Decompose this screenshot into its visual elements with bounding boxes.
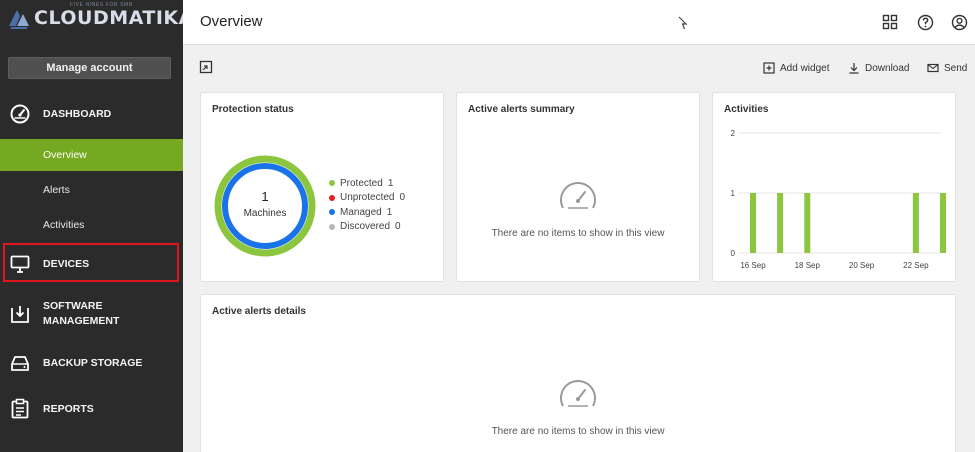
sidebar-section-label: SOFTWARE MANAGEMENT — [43, 300, 120, 327]
y-tick-label: 1 — [731, 189, 736, 198]
dashboard-toolbar: Add widget Download Send — [183, 56, 975, 78]
software-download-icon — [9, 303, 31, 325]
x-tick-label: 18 Sep — [795, 261, 821, 270]
add-widget-button[interactable]: Add widget — [763, 60, 829, 76]
download-label: Download — [865, 62, 910, 74]
legend-managed: Managed 1 — [329, 205, 405, 220]
managed-ring — [222, 163, 308, 249]
legend-dot — [329, 223, 335, 230]
logo-tagline: FIVE NINES FOR SMB — [70, 2, 133, 8]
activity-bar — [940, 193, 946, 253]
legend-label: Protected — [340, 177, 383, 189]
protection-status-widget[interactable]: Protection status 1 Machines Protected 1 … — [200, 92, 444, 282]
active-alerts-details-widget[interactable]: Active alerts details There are no items… — [200, 294, 956, 452]
send-button[interactable]: Send — [927, 60, 967, 76]
reports-clipboard-icon — [9, 398, 31, 420]
cloudmatika-logo[interactable]: CLOUDMATIKA FIVE NINES FOR SMB — [6, 2, 194, 32]
protection-legend: Protected 1 Unprotected 0 Managed 1 Discove… — [329, 176, 405, 234]
legend-unprotected: Unprotected 0 — [329, 191, 405, 206]
y-tick-label: 2 — [731, 129, 736, 138]
page-title: Overview — [200, 13, 263, 30]
sidebar-section-dashboard[interactable]: DASHBOARD — [0, 103, 183, 125]
empty-state: There are no items to show in this view — [201, 375, 955, 437]
sidebar: CLOUDMATIKA FIVE NINES FOR SMB Manage ac… — [0, 0, 193, 452]
sidebar-section-label: DEVICES — [43, 257, 90, 270]
sidebar-section-reports[interactable]: REPORTS — [0, 398, 183, 420]
protection-donut-chart — [214, 155, 316, 257]
legend-value: 1 — [386, 206, 393, 218]
sidebar-section-label: REPORTS — [43, 402, 94, 415]
activities-bar-chart: 0 1 2 16 Sep 18 Sep 20 Sep 22 Sep — [731, 129, 946, 270]
help-icon[interactable] — [916, 13, 934, 31]
user-icon[interactable] — [950, 13, 968, 31]
legend-dot — [329, 180, 335, 187]
sidebar-item-alerts[interactable]: Alerts — [0, 174, 183, 206]
add-widget-icon — [763, 62, 775, 74]
logo-mark-icon — [9, 10, 29, 29]
legend-dot — [329, 209, 335, 216]
machines-count: 1 — [261, 189, 269, 204]
legend-label: Discovered — [340, 221, 391, 233]
activity-bar — [750, 193, 756, 253]
mail-icon — [927, 62, 939, 74]
storage-drive-icon — [9, 352, 31, 374]
top-header: Overview — [183, 0, 975, 45]
dashboard-gauge-icon — [9, 103, 31, 125]
legend-value: 1 — [387, 177, 394, 189]
legend-label: Unprotected — [340, 192, 395, 204]
widget-title: Protection status — [212, 104, 294, 115]
download-button[interactable]: Download — [848, 60, 909, 76]
legend-discovered: Discovered 0 — [329, 220, 405, 235]
machines-label: Machines — [243, 208, 287, 219]
empty-message: There are no items to show in this view — [491, 228, 665, 239]
sidebar-item-overview[interactable]: Overview — [0, 139, 183, 171]
monitor-icon — [9, 253, 31, 275]
legend-protected: Protected 1 — [329, 176, 405, 191]
download-icon — [848, 62, 860, 74]
sidebar-section-label: DASHBOARD — [43, 107, 112, 120]
manage-account-button[interactable]: Manage account — [8, 57, 171, 79]
widget-title: Active alerts summary — [468, 104, 575, 115]
activities-widget[interactable]: Activities 0 1 2 16 Sep 18 Sep 20 Sep 22 Sep — [712, 92, 956, 282]
sidebar-section-devices[interactable]: DEVICES — [0, 253, 183, 275]
activity-bar — [777, 193, 784, 253]
activity-bar — [804, 193, 811, 253]
empty-state: There are no items to show in this view — [457, 177, 699, 239]
x-tick-label: 22 Sep — [903, 261, 929, 270]
empty-message: There are no items to show in this view — [491, 426, 665, 437]
x-tick-label: 20 Sep — [849, 261, 875, 270]
activity-bar — [912, 193, 919, 253]
empty-gauge-icon — [560, 380, 596, 407]
protected-ring — [214, 155, 316, 257]
empty-gauge-icon — [560, 182, 596, 209]
sidebar-section-label: BACKUP STORAGE — [43, 356, 143, 369]
logo-text: CLOUDMATIKA — [34, 7, 194, 29]
legend-label: Managed — [340, 206, 382, 218]
active-alerts-summary-widget[interactable]: Active alerts summary There are no items… — [456, 92, 700, 282]
sidebar-section-software-management[interactable]: SOFTWARE MANAGEMENT — [0, 298, 183, 330]
mouse-cursor-icon — [678, 16, 688, 30]
widget-title: Activities — [724, 104, 769, 115]
x-tick-label: 16 Sep — [740, 261, 766, 270]
legend-value: 0 — [395, 221, 401, 233]
legend-dot — [329, 194, 335, 201]
grid-icon[interactable] — [881, 13, 899, 31]
y-tick-label: 0 — [731, 249, 736, 258]
widget-title: Active alerts details — [212, 306, 306, 317]
send-label: Send — [944, 62, 968, 74]
legend-value: 0 — [399, 192, 406, 204]
add-widget-label: Add widget — [780, 62, 830, 74]
sidebar-item-activities[interactable]: Activities — [0, 209, 183, 241]
expand-icon[interactable] — [199, 60, 213, 74]
sidebar-section-backup-storage[interactable]: BACKUP STORAGE — [0, 352, 183, 374]
